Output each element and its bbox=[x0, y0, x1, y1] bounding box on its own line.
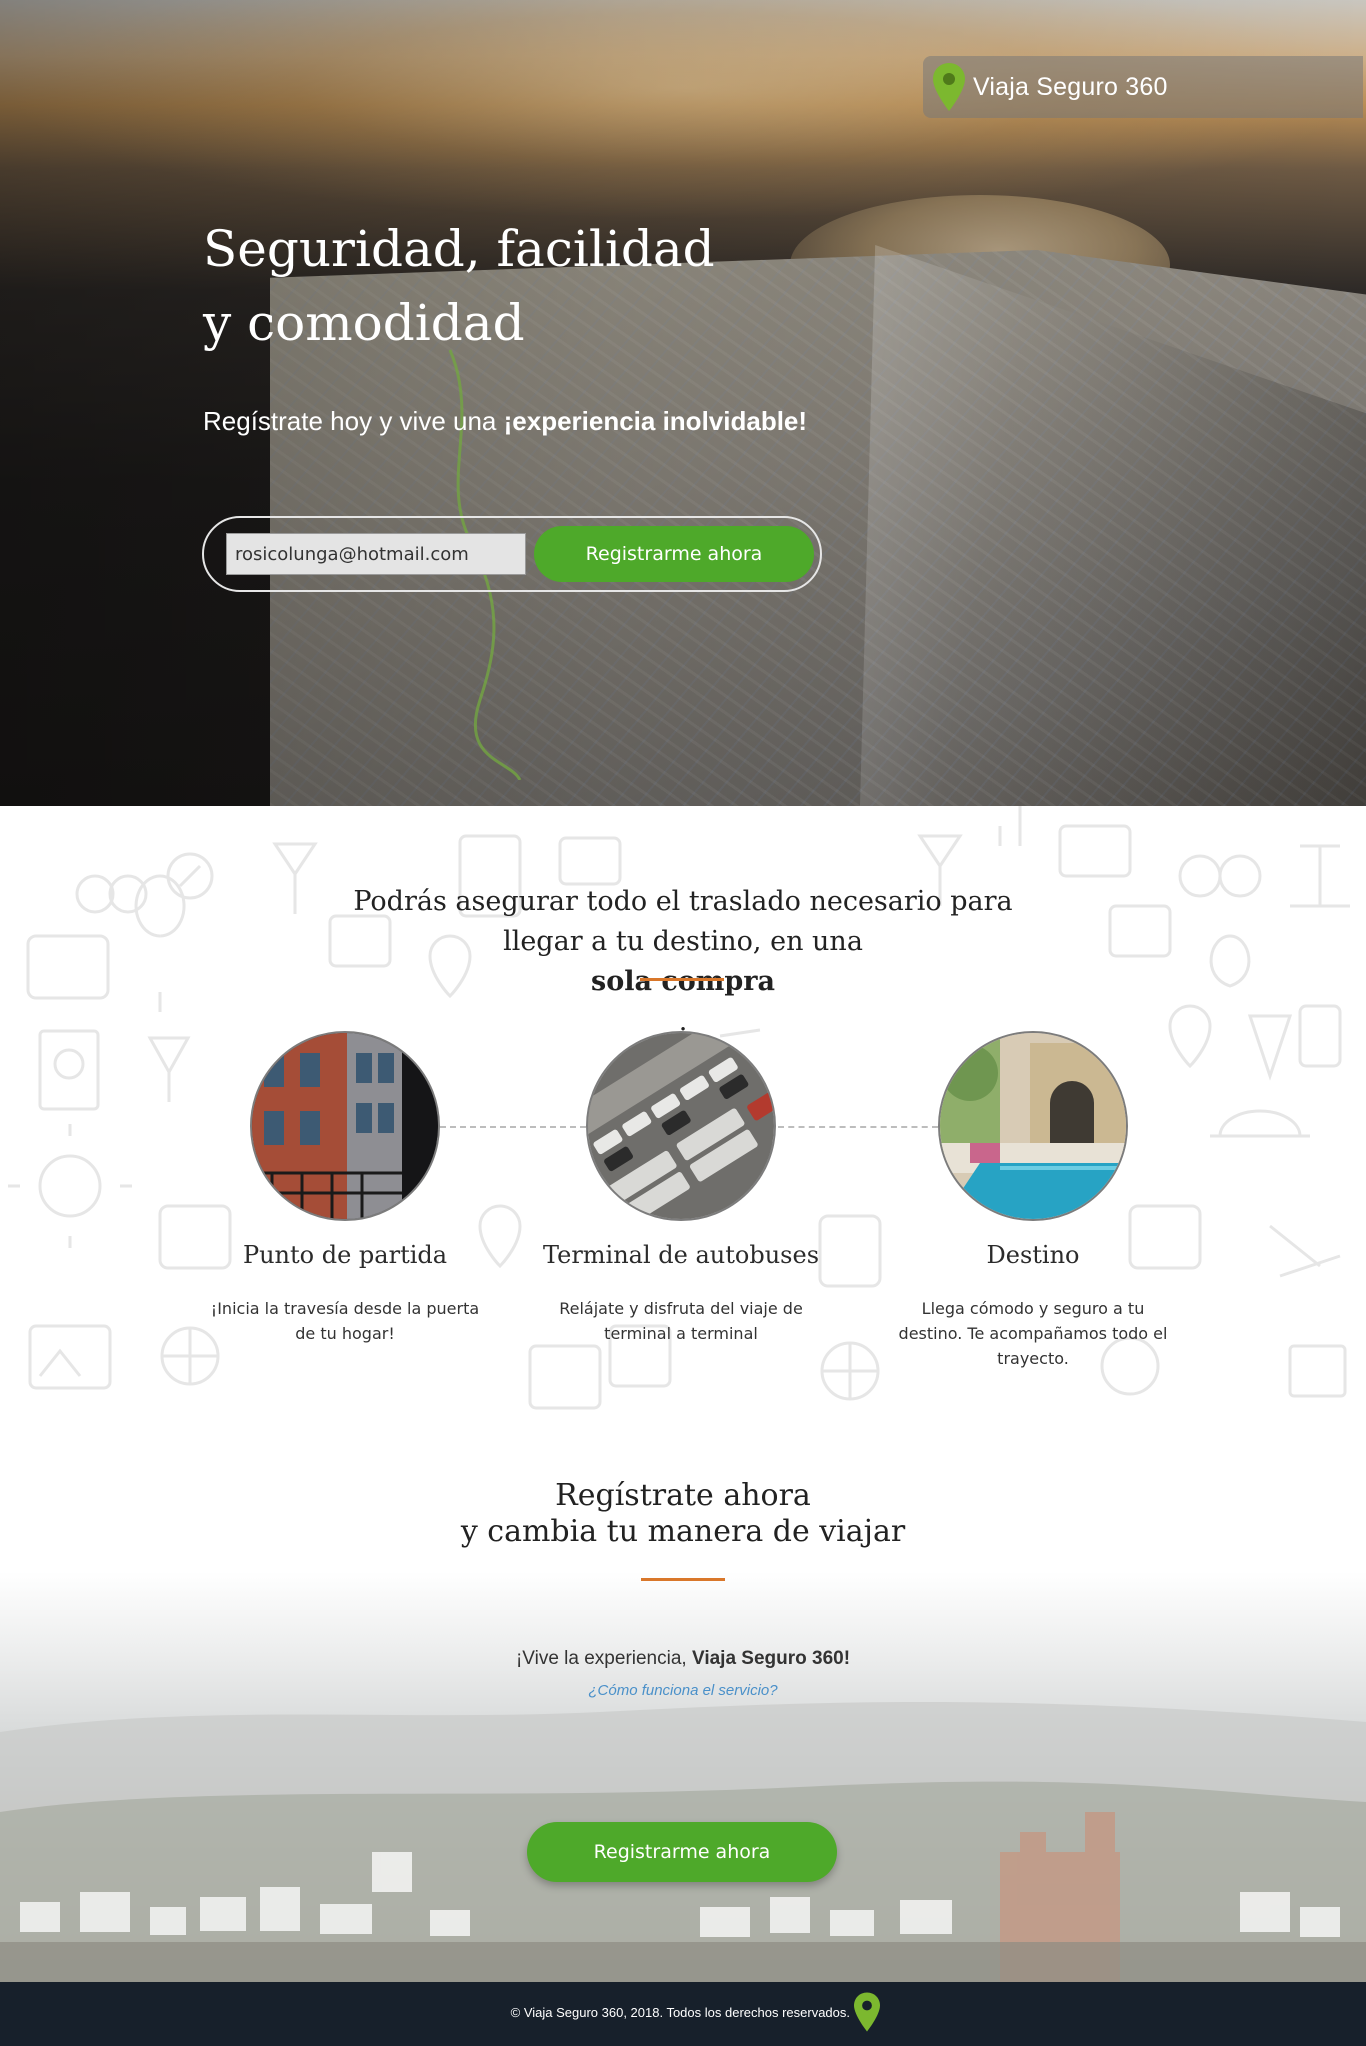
footer-copyright: © Viaja Seguro 360, 2018. Todos los dere… bbox=[510, 2005, 850, 2020]
hero-title: Seguridad, facilidad y comodidad bbox=[203, 212, 803, 360]
hero-register-button[interactable]: Registrarme ahora bbox=[534, 526, 814, 582]
cta-heading: Regístrate ahora y cambia tu manera de v… bbox=[383, 1478, 983, 1550]
features-heading-line2: llegar a tu destino, en una sola compra. bbox=[283, 922, 1083, 1042]
step-description-destination: Llega cómodo y seguro a tu destino. Te a… bbox=[898, 1299, 1168, 1368]
brand-name: Viaja Seguro 360 bbox=[973, 72, 1168, 101]
step-title-terminal: Terminal de autobuses bbox=[542, 1241, 820, 1269]
step-title-start: Punto de partida bbox=[242, 1241, 448, 1269]
hero-register-form: Registrarme ahora bbox=[202, 516, 822, 592]
how-it-works-link[interactable]: ¿Cómo funciona el servicio? bbox=[483, 1682, 883, 1699]
hero-subtitle: Regístrate hoy y vive una ¡experiencia i… bbox=[203, 406, 807, 437]
cta-register-button[interactable]: Registrarme ahora bbox=[527, 1822, 837, 1882]
step-connector-2 bbox=[778, 1126, 938, 1128]
step-title-destination: Destino bbox=[986, 1241, 1080, 1269]
footer: © Viaja Seguro 360, 2018. Todos los dere… bbox=[0, 1982, 1366, 2046]
cta-tagline-text: ¡Vive la experiencia, bbox=[515, 1648, 692, 1669]
cta-tagline: ¡Vive la experiencia, Viaja Seguro 360! bbox=[383, 1648, 983, 1670]
cta-section: Regístrate ahora y cambia tu manera de v… bbox=[0, 1412, 1366, 1982]
cta-heading-line1: Regístrate ahora bbox=[555, 1478, 811, 1513]
step-connector-1 bbox=[440, 1126, 586, 1128]
features-divider bbox=[640, 978, 724, 981]
building-photo-icon bbox=[252, 1033, 438, 1219]
hero-subtitle-bold: ¡experiencia inolvidable! bbox=[503, 406, 808, 436]
cta-divider bbox=[641, 1578, 725, 1581]
hero-overlay bbox=[0, 0, 1366, 806]
features-heading-line2-text: llegar a tu destino, en una bbox=[503, 926, 863, 957]
brand-badge[interactable]: Viaja Seguro 360 bbox=[923, 56, 1363, 118]
features-heading: Podrás asegurar todo el traslado necesar… bbox=[283, 882, 1083, 1042]
features-heading-line1: Podrás asegurar todo el traslado necesar… bbox=[353, 886, 1013, 917]
step-description-start: ¡Inicia la travesía desde la puerta de t… bbox=[210, 1299, 480, 1343]
cta-heading-line2: y cambia tu manera de viajar bbox=[460, 1514, 906, 1549]
step-description-terminal: Relájate y disfruta del viaje de termina… bbox=[559, 1299, 803, 1343]
email-input[interactable] bbox=[226, 533, 526, 575]
hero-title-line1: Seguridad, facilidad bbox=[203, 220, 715, 278]
hero-section: Viaja Seguro 360 Seguridad, facilidad y … bbox=[0, 0, 1366, 806]
bus-terminal-photo-icon bbox=[588, 1033, 774, 1219]
step-image-terminal bbox=[586, 1031, 776, 1221]
pool-photo-icon bbox=[940, 1033, 1126, 1219]
features-section: Podrás asegurar todo el traslado necesar… bbox=[0, 806, 1366, 1412]
location-pin-icon bbox=[854, 1992, 880, 2032]
cta-tagline-bold: Viaja Seguro 360! bbox=[691, 1648, 851, 1669]
location-pin-icon bbox=[933, 63, 965, 111]
hero-subtitle-text: Regístrate hoy y vive una bbox=[203, 406, 504, 436]
features-heading-bold: sola compra bbox=[591, 966, 775, 997]
hero-title-line2: y comodidad bbox=[203, 294, 525, 352]
step-image-start bbox=[250, 1031, 440, 1221]
step-image-destination bbox=[938, 1031, 1128, 1221]
